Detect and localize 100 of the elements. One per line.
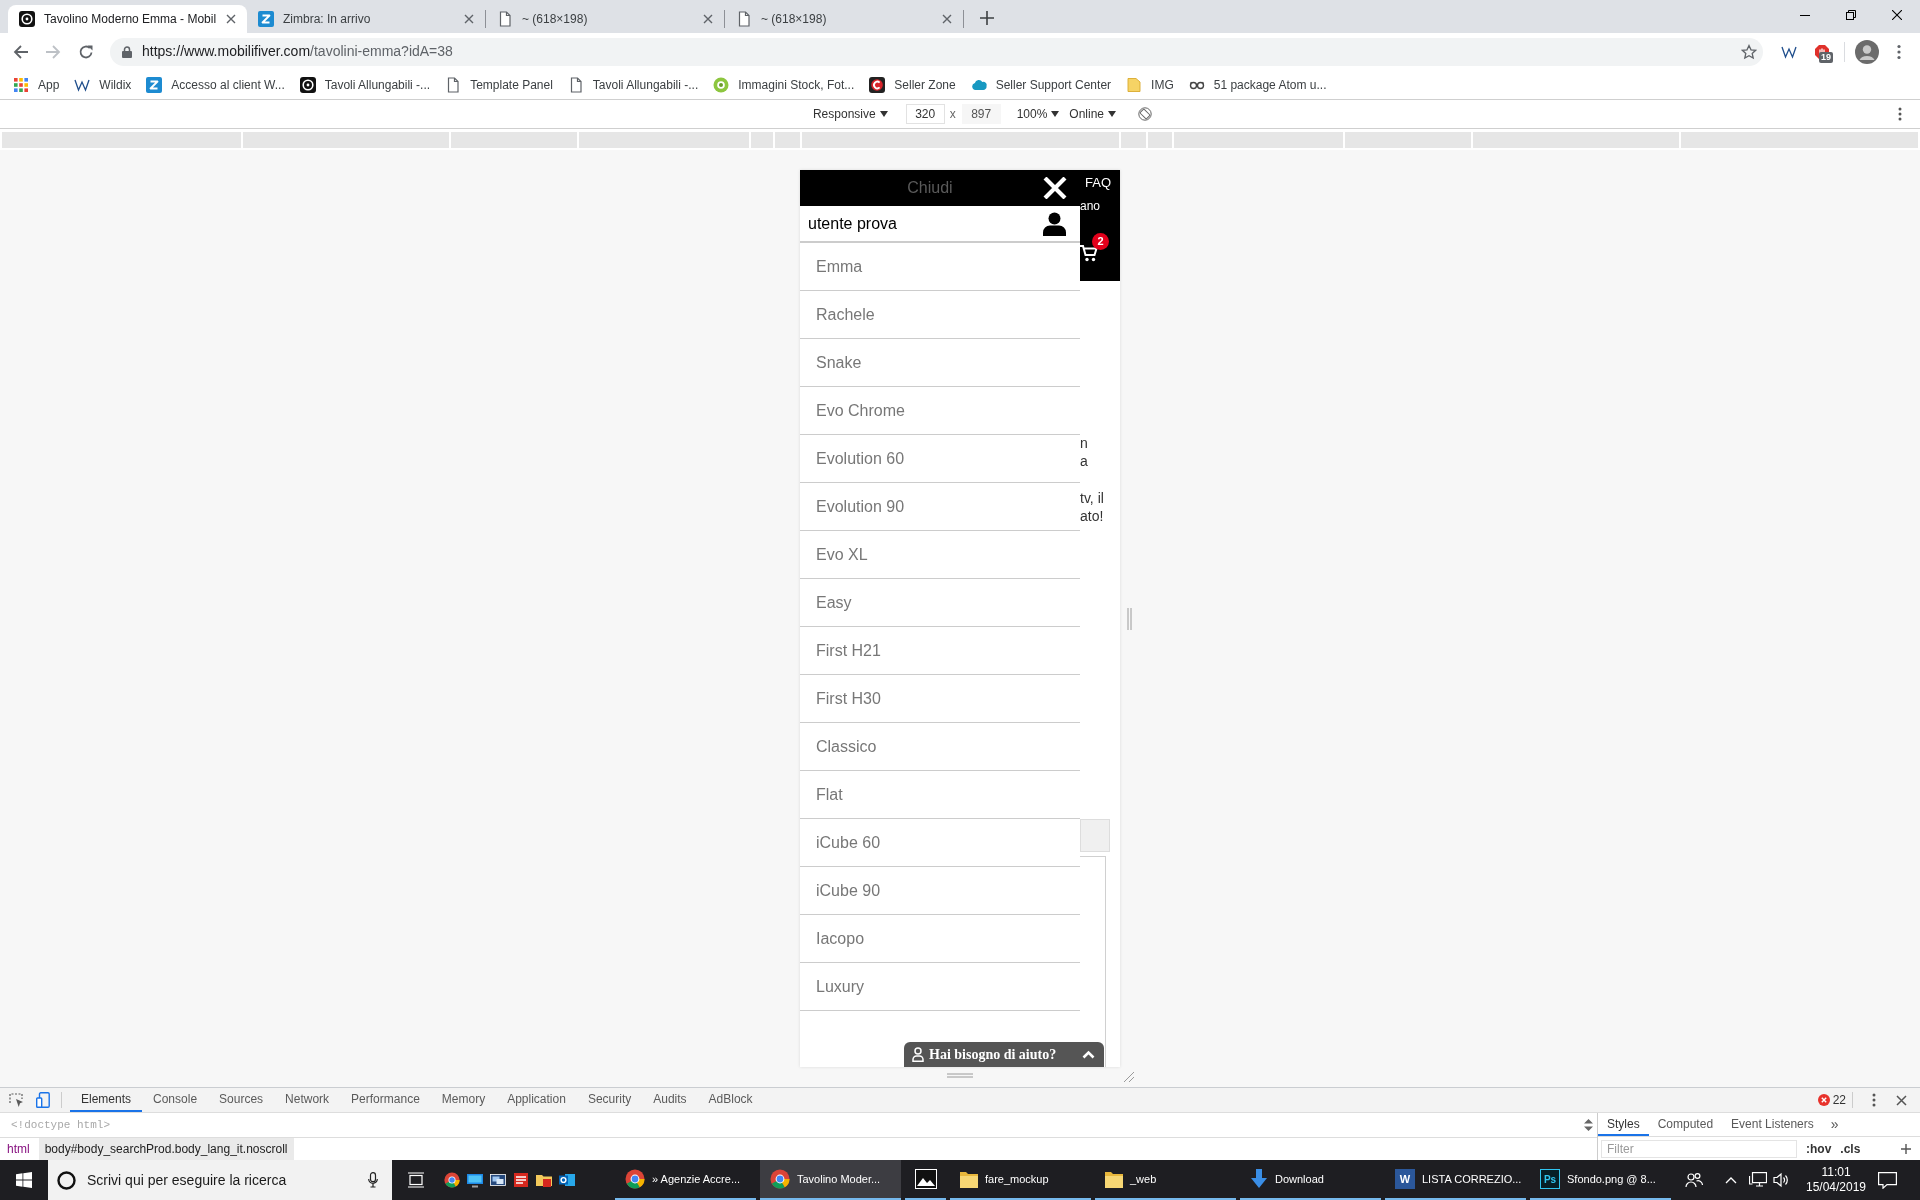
devtools-tab[interactable]: Console — [142, 1088, 209, 1112]
menu-item[interactable]: First H21 — [800, 627, 1080, 675]
cart-icon[interactable] — [1080, 244, 1098, 262]
taskbar-window[interactable]: » Agenzie Accre... — [615, 1160, 756, 1200]
close-icon[interactable] — [1896, 1094, 1907, 1106]
bookmark[interactable]: Template Panel — [440, 72, 558, 97]
menu-item[interactable]: Evolution 60 — [800, 435, 1080, 483]
bookmark[interactable]: Seller Support Center — [965, 72, 1117, 97]
taskbar-window[interactable]: Download — [1240, 1160, 1381, 1200]
device-dropdown[interactable]: Responsive — [812, 105, 888, 123]
bookmark[interactable]: Seller Zone — [864, 72, 961, 97]
help-button[interactable]: Hai bisogno di aiuto? — [904, 1042, 1104, 1067]
more-menu-icon[interactable] — [1872, 1093, 1876, 1107]
taskbar-window[interactable]: Tavolino Moder... — [760, 1160, 901, 1200]
sidebar-tab[interactable]: Computed — [1648, 1113, 1723, 1136]
people-icon[interactable] — [1685, 1172, 1703, 1188]
menu-item[interactable]: Evo Chrome — [800, 387, 1080, 435]
zoom-dropdown[interactable]: 100% — [1016, 105, 1060, 123]
bookmark[interactable]: IMG — [1121, 72, 1179, 97]
menu-item[interactable]: Iacopo — [800, 915, 1080, 963]
breadcrumb[interactable]: body#body_searchProd.body_lang_it.noscroll — [38, 1138, 294, 1160]
menu-item[interactable]: iCube 90 — [800, 867, 1080, 915]
taskbar-window[interactable]: W LISTA CORREZIO... — [1385, 1160, 1526, 1200]
speaker-icon[interactable] — [1773, 1172, 1789, 1188]
sidebar-tab[interactable]: Styles — [1598, 1113, 1649, 1136]
browser-tab[interactable]: ~ (618×198) — [486, 5, 724, 33]
error-icon[interactable] — [1817, 1094, 1830, 1106]
rotate-icon[interactable] — [1138, 107, 1153, 121]
bookmark[interactable]: 51 package Atom u... — [1183, 72, 1332, 97]
menu-item[interactable]: Evolution 90 — [800, 483, 1080, 531]
menu-item[interactable]: Luxury — [800, 963, 1080, 1011]
clock-time[interactable]: 11:01 — [1821, 1165, 1851, 1180]
microphone-icon[interactable] — [368, 1172, 378, 1188]
close-icon[interactable] — [226, 14, 236, 24]
drag-handle-icon[interactable] — [1127, 608, 1132, 630]
devtools-tab[interactable]: Memory — [430, 1088, 497, 1112]
close-icon[interactable] — [1892, 10, 1902, 20]
network-icon[interactable] — [1749, 1172, 1767, 1188]
more-menu-icon[interactable] — [1897, 43, 1901, 60]
devtools-tab[interactable]: Audits — [642, 1088, 698, 1112]
user-icon[interactable] — [1043, 211, 1066, 236]
menu-item[interactable]: Easy — [800, 579, 1080, 627]
segmented-circle-icon[interactable] — [770, 1169, 790, 1189]
devtools-tab[interactable]: Performance — [340, 1088, 431, 1112]
plus-icon[interactable] — [980, 11, 994, 25]
nav-link[interactable]: FAQ — [1080, 173, 1120, 193]
plus-icon[interactable] — [1901, 1143, 1911, 1154]
bookmark[interactable]: Tavoli Allungabili -... — [562, 72, 704, 97]
taskbar-window[interactable]: Ps Sfondo.png @ 8... — [1530, 1160, 1671, 1200]
cursor-select-icon[interactable] — [9, 1092, 24, 1108]
menu-item[interactable]: First H30 — [800, 675, 1080, 723]
filter-toggle[interactable]: :hov — [1806, 1139, 1832, 1158]
drag-handle-icon[interactable] — [947, 1072, 973, 1078]
back-arrow-icon[interactable] — [13, 43, 29, 60]
segmented-circle-icon[interactable] — [443, 1172, 460, 1188]
chevron-up-icon[interactable] — [1725, 1176, 1737, 1184]
browser-tab[interactable]: ~ (618×198) — [725, 5, 963, 33]
devtools-tab[interactable]: AdBlock — [697, 1088, 764, 1112]
more-menu-icon[interactable] — [1898, 107, 1902, 121]
breadcrumb[interactable]: html — [7, 1138, 30, 1160]
avatar-icon[interactable] — [1855, 39, 1879, 64]
device-icon[interactable] — [36, 1092, 50, 1108]
bookmark[interactable]: Immagini Stock, Fot... — [708, 72, 860, 97]
devtools-tab[interactable]: Network — [274, 1088, 341, 1112]
address-bar[interactable]: https://www.mobilifiver.com/tavolini-emma?idA=38 — [110, 37, 1763, 66]
monitor-icon[interactable] — [466, 1172, 483, 1188]
devtools-tab[interactable]: Security — [576, 1088, 643, 1112]
segmented-circle-icon[interactable] — [625, 1169, 645, 1189]
windows-logo-icon[interactable] — [16, 1172, 32, 1188]
taskbar-window[interactable]: fare_mockup — [950, 1160, 1091, 1200]
menu-item[interactable]: Snake — [800, 339, 1080, 387]
browser-tab[interactable]: Zimbra: In arrivo — [247, 5, 485, 33]
devtools-tab[interactable]: Sources — [208, 1088, 275, 1112]
devtools-tab[interactable]: Elements — [70, 1088, 143, 1112]
height-field[interactable]: 897 — [961, 104, 1001, 124]
menu-item[interactable]: Classico — [800, 723, 1080, 771]
width-field[interactable]: 320 — [905, 104, 945, 124]
taskbar-window[interactable]: _web — [1095, 1160, 1236, 1200]
reload-icon[interactable] — [78, 43, 94, 60]
restore-icon[interactable] — [1846, 10, 1856, 20]
filter-toggle[interactable]: .cls — [1840, 1139, 1861, 1158]
app-logo[interactable]: W — [1395, 1169, 1415, 1189]
sidebar-tab[interactable]: Event Listeners — [1722, 1113, 1823, 1136]
speech-bubble-icon[interactable] — [1878, 1171, 1897, 1189]
scroll-arrows-icon[interactable] — [1584, 1118, 1593, 1132]
menu-item[interactable]: Flat — [800, 771, 1080, 819]
bookmark[interactable]: Tavoli Allungabili -... — [294, 72, 436, 97]
down-arrow-icon[interactable] — [1250, 1169, 1268, 1189]
picture-icon[interactable] — [914, 1169, 937, 1189]
clock-date[interactable]: 15/04/2019 — [1805, 1180, 1867, 1195]
app-logo[interactable]: Ps — [1540, 1169, 1560, 1189]
bookmark[interactable]: App — [8, 72, 65, 97]
throttling-dropdown[interactable]: Online — [1069, 105, 1117, 123]
devtools-tab[interactable]: Application — [496, 1088, 577, 1112]
browser-tab[interactable]: Tavolino Moderno Emma - Mobil — [8, 5, 247, 33]
task-view-icon[interactable] — [408, 1172, 424, 1188]
folder-icon[interactable] — [960, 1169, 978, 1189]
bookmark[interactable]: Wildix — [69, 72, 137, 97]
menu-item[interactable]: Rachele — [800, 291, 1080, 339]
more-tabs-button[interactable]: » — [1822, 1113, 1847, 1136]
